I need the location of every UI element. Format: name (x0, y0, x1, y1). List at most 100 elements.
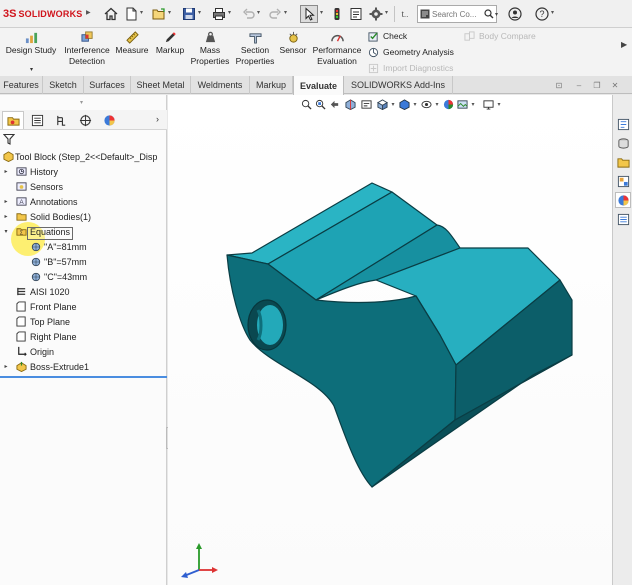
solidworks-logo[interactable]: 3S SOLIDWORKS (3, 6, 82, 22)
new-document-icon[interactable] (122, 5, 140, 23)
search-input[interactable] (432, 9, 484, 19)
open-dropdown-icon[interactable]: ▾ (168, 9, 171, 16)
view-palette-icon[interactable] (615, 173, 631, 189)
tree-item-equations[interactable]: ▾ Σ Equations (0, 224, 167, 239)
tree-item-boss-extrude1[interactable]: ▸ Boss-Extrude1 (0, 359, 167, 374)
solidworks-resources-icon[interactable] (615, 116, 631, 132)
tree-item-annotations[interactable]: ▸ A Annotations (0, 194, 167, 209)
dynamic-annotation-icon[interactable] (360, 97, 373, 111)
design-study-dropdown-icon[interactable]: ▾ (30, 66, 33, 73)
search-commands-box[interactable]: ▾ (417, 5, 498, 23)
traffic-light-icon[interactable] (328, 5, 346, 23)
tab-surfaces[interactable]: Surfaces (84, 76, 131, 94)
save-dropdown-icon[interactable]: ▾ (198, 9, 201, 16)
help-dropdown-icon[interactable]: ▾ (551, 9, 554, 16)
view-settings-icon[interactable] (482, 97, 495, 111)
new-dropdown-icon[interactable]: ▾ (140, 9, 143, 16)
tab-markup[interactable]: Markup (250, 76, 293, 94)
measure-button[interactable]: Measure (115, 30, 149, 56)
body-compare-button[interactable]: Body Compare (463, 30, 536, 42)
design-study-button[interactable]: Design Study (4, 30, 58, 56)
performance-evaluation-button[interactable]: Performance Evaluation (311, 30, 363, 67)
tree-item-right-plane[interactable]: Right Plane (0, 329, 167, 344)
undo-dropdown-icon[interactable]: ▾ (257, 9, 260, 16)
search-dropdown-icon[interactable]: ▾ (495, 11, 498, 18)
previous-view-icon[interactable] (328, 97, 341, 111)
zoom-to-fit-icon[interactable] (300, 97, 313, 111)
select-dropdown-icon[interactable]: ▾ (320, 9, 323, 16)
collapse-arrow-icon[interactable]: ▾ (2, 228, 10, 235)
save-icon[interactable] (180, 5, 198, 23)
tree-item-variable-b[interactable]: "B"=57mm (0, 254, 167, 269)
interference-detection-button[interactable]: Interference Detection (62, 30, 112, 67)
display-style-dropdown-icon[interactable]: ▾ (412, 97, 418, 111)
display-manager-tab-icon[interactable] (98, 111, 120, 129)
home-icon[interactable] (102, 5, 120, 23)
tree-item-front-plane[interactable]: Front Plane (0, 299, 167, 314)
check-button[interactable]: Check (367, 30, 407, 42)
filter-icon[interactable] (2, 133, 16, 145)
property-manager-tab-icon[interactable] (26, 111, 48, 129)
expand-arrow-icon[interactable]: ▸ (2, 213, 10, 220)
select-pointer-icon[interactable] (300, 5, 318, 23)
tree-item-material[interactable]: AISI 1020 (0, 284, 167, 299)
rollback-bar[interactable] (0, 376, 167, 378)
view-settings-dropdown-icon[interactable]: ▾ (496, 97, 502, 111)
tree-item-variable-a[interactable]: "A"=81mm (0, 239, 167, 254)
sensor-button[interactable]: Sensor (278, 30, 308, 56)
tree-item-solid-bodies[interactable]: ▸ Solid Bodies(1) (0, 209, 167, 224)
expand-arrow-icon[interactable]: ▸ (2, 198, 10, 205)
redo-dropdown-icon[interactable]: ▾ (284, 9, 287, 16)
expand-arrow-icon[interactable]: ▸ (2, 363, 10, 370)
tab-solidworks-add-ins[interactable]: SOLIDWORKS Add-Ins (344, 76, 453, 94)
feature-manager-tab-icon[interactable] (2, 111, 24, 129)
import-diagnostics-button[interactable]: Import Diagnostics (367, 62, 453, 74)
view-orientation-dropdown-icon[interactable]: ▾ (390, 97, 396, 111)
tab-bar-options-icon[interactable]: ⊡ (554, 80, 564, 90)
tab-weldments[interactable]: Weldments (191, 76, 250, 94)
appearances-scenes-icon[interactable] (615, 192, 631, 208)
apply-scene-icon[interactable] (456, 97, 469, 111)
apply-scene-dropdown-icon[interactable]: ▾ (470, 97, 476, 111)
mass-properties-button[interactable]: Mass Properties (188, 30, 232, 67)
expand-arrow-icon[interactable]: ▸ (2, 168, 10, 175)
command-manager-scroll-icon[interactable]: ▶ (621, 40, 627, 49)
panel-grip-icon[interactable]: ▾ (80, 99, 86, 106)
geometry-analysis-button[interactable]: Geometry Analysis (367, 46, 454, 58)
file-properties-icon[interactable] (347, 5, 365, 23)
undo-icon[interactable] (240, 5, 258, 23)
help-icon[interactable]: ? (533, 5, 551, 23)
zoom-to-area-icon[interactable] (314, 97, 327, 111)
restore-icon[interactable]: ❐ (592, 80, 602, 90)
tab-features[interactable]: Features (0, 76, 43, 94)
view-orientation-icon[interactable] (376, 97, 389, 111)
hide-show-dropdown-icon[interactable]: ▾ (434, 97, 440, 111)
options-gear-icon[interactable] (367, 5, 385, 23)
tree-item-variable-c[interactable]: "C"=43mm (0, 269, 167, 284)
tree-item-sensors[interactable]: Sensors (0, 179, 167, 194)
redo-icon[interactable] (266, 5, 284, 23)
user-account-icon[interactable] (506, 5, 524, 23)
close-icon[interactable]: ✕ (610, 80, 620, 90)
design-library-icon[interactable] (615, 135, 631, 151)
configuration-manager-tab-icon[interactable] (50, 111, 72, 129)
tab-evaluate[interactable]: Evaluate (293, 76, 344, 95)
panel-tabs-more-icon[interactable]: › (156, 114, 159, 124)
print-icon[interactable] (210, 5, 228, 23)
open-folder-icon[interactable] (150, 5, 168, 23)
dimxpert-manager-tab-icon[interactable] (74, 111, 96, 129)
section-properties-button[interactable]: Section Properties (234, 30, 276, 67)
tab-sketch[interactable]: Sketch (43, 76, 84, 94)
display-style-icon[interactable] (398, 97, 411, 111)
options-dropdown-icon[interactable]: ▾ (385, 9, 388, 16)
magnifier-icon[interactable] (484, 9, 494, 19)
hide-show-items-icon[interactable] (420, 97, 433, 111)
print-dropdown-icon[interactable]: ▾ (228, 9, 231, 16)
markup-button[interactable]: Markup (153, 30, 187, 56)
custom-properties-icon[interactable] (615, 211, 631, 227)
tab-sheet-metal[interactable]: Sheet Metal (131, 76, 191, 94)
section-view-icon[interactable] (344, 97, 357, 111)
file-explorer-icon[interactable] (615, 154, 631, 170)
tree-item-history[interactable]: ▸ History (0, 164, 167, 179)
tree-root-part[interactable]: Tool Block (Step_2<<Default>_Disp (0, 149, 167, 164)
